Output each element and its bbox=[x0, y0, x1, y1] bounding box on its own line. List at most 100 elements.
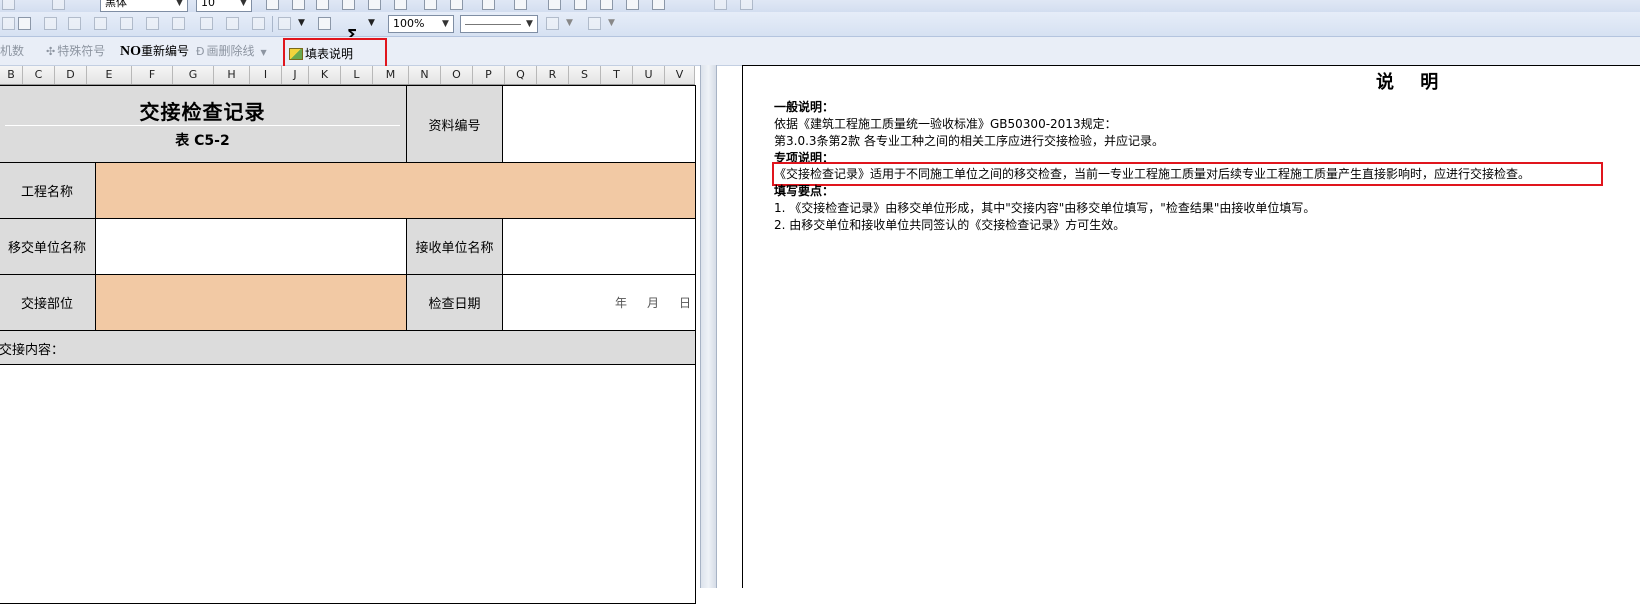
column-header[interactable]: H bbox=[214, 66, 250, 84]
column-header[interactable]: T bbox=[601, 66, 633, 84]
distribute-icon[interactable] bbox=[652, 0, 665, 10]
column-header[interactable]: U bbox=[633, 66, 665, 84]
column-header[interactable]: C bbox=[23, 66, 55, 84]
chevron-down-icon[interactable]: ▼ bbox=[566, 18, 573, 28]
undo-icon[interactable] bbox=[2, 0, 15, 10]
content-label-row: 交接内容： bbox=[0, 330, 696, 365]
fill-heading: 填写要点： bbox=[774, 184, 835, 198]
column-header-bar: B C D E F G H I J K L M N O P Q R S T U … bbox=[0, 66, 695, 85]
line-style-preview bbox=[465, 23, 521, 25]
print-icon[interactable] bbox=[172, 17, 185, 30]
align-center-icon[interactable] bbox=[574, 0, 587, 10]
strike-line-label: 画删除线 bbox=[206, 44, 255, 58]
column-header[interactable]: N bbox=[409, 66, 441, 84]
chevron-down-icon: ▼ bbox=[176, 0, 183, 8]
handover-part-field[interactable] bbox=[95, 274, 407, 331]
doc-no-field[interactable] bbox=[502, 85, 696, 163]
column-header[interactable]: S bbox=[569, 66, 601, 84]
link-icon[interactable] bbox=[482, 0, 495, 10]
tool-partial-button[interactable]: 机数 bbox=[0, 42, 24, 60]
fill-color-icon[interactable] bbox=[588, 17, 601, 30]
form-sheet: 交接检查记录 表 C5-2 资料编号 工程名称 移交单位名称 接收单位名称 交接… bbox=[0, 85, 700, 604]
column-header[interactable]: O bbox=[441, 66, 473, 84]
table-icon[interactable] bbox=[120, 17, 133, 30]
project-name-label: 工程名称 bbox=[0, 162, 96, 219]
italic-icon[interactable] bbox=[316, 0, 329, 10]
special-symbol-button[interactable]: ✣ 特殊符号 bbox=[46, 42, 105, 61]
grid-alt-icon[interactable] bbox=[740, 0, 753, 10]
border-style-icon[interactable] bbox=[546, 17, 559, 30]
strike-line-button[interactable]: Ð 画删除线 ▼ bbox=[196, 42, 269, 62]
justify-icon[interactable] bbox=[626, 0, 639, 10]
content-field[interactable] bbox=[0, 364, 696, 604]
increase-icon[interactable] bbox=[424, 0, 437, 10]
zoom-icon[interactable] bbox=[514, 0, 527, 10]
align-right-icon[interactable] bbox=[600, 0, 613, 10]
date-year: 年 bbox=[614, 296, 627, 310]
fill-instructions-inner: 填表说明 bbox=[289, 45, 353, 62]
align-left-icon[interactable] bbox=[548, 0, 561, 10]
font-name-select[interactable]: 黑体 ▼ bbox=[100, 0, 188, 12]
save-icon[interactable] bbox=[146, 17, 159, 30]
fill-line-2: 2. 由移交单位和接收单位共同签认的《交接检查记录》方可生效。 bbox=[774, 218, 1126, 232]
column-header[interactable]: G bbox=[173, 66, 214, 84]
column-header[interactable]: F bbox=[132, 66, 173, 84]
decrease-icon[interactable] bbox=[450, 0, 463, 10]
general-line-1: 依据《建筑工程施工质量统一验收标准》GB50300-2013规定： bbox=[774, 117, 1117, 131]
column-header[interactable]: E bbox=[87, 66, 132, 84]
brush-icon[interactable] bbox=[252, 17, 265, 30]
bold-icon[interactable] bbox=[292, 0, 305, 10]
pane-splitter[interactable] bbox=[700, 65, 717, 588]
split-cells-icon[interactable] bbox=[44, 17, 57, 30]
highlight-box bbox=[772, 162, 1603, 186]
indent-icon[interactable] bbox=[200, 17, 213, 30]
font-size-select[interactable]: 10 ▼ bbox=[196, 0, 252, 12]
frame-icon[interactable] bbox=[278, 17, 291, 30]
format-painter-icon[interactable] bbox=[266, 0, 279, 10]
line-style-select[interactable]: ▼ bbox=[460, 15, 538, 33]
merge-cells-icon[interactable] bbox=[18, 17, 31, 30]
grid-icon[interactable] bbox=[714, 0, 727, 10]
chevron-down-icon[interactable]: ▼ bbox=[608, 18, 615, 28]
filter-icon[interactable] bbox=[94, 17, 107, 30]
date-placeholder: 年 月 日 bbox=[595, 275, 691, 330]
chevron-down-icon[interactable]: ▼ bbox=[368, 18, 375, 28]
column-header[interactable]: K bbox=[309, 66, 341, 84]
chevron-down-icon: ▼ bbox=[240, 0, 247, 8]
doc-no-label: 资料编号 bbox=[406, 85, 503, 163]
content-label: 交接内容： bbox=[0, 343, 65, 358]
font-color-icon[interactable] bbox=[394, 0, 407, 10]
split-rows-icon[interactable] bbox=[68, 17, 81, 30]
column-header[interactable]: P bbox=[473, 66, 505, 84]
transfer-unit-field[interactable] bbox=[95, 218, 407, 275]
form-subtitle: 表 C5-2 bbox=[175, 133, 230, 149]
column-header[interactable]: I bbox=[250, 66, 282, 84]
column-header[interactable]: Q bbox=[505, 66, 537, 84]
fill-line-1: 1. 《交接检查记录》由移交单位形成，其中"交接内容"由移交单位填写，"检查结果… bbox=[774, 201, 1316, 215]
column-header[interactable]: V bbox=[665, 66, 695, 84]
insert-row-icon[interactable] bbox=[2, 17, 15, 30]
title-cell: 交接检查记录 表 C5-2 bbox=[0, 85, 407, 163]
date-day: 日 bbox=[678, 296, 691, 310]
border-icon[interactable] bbox=[368, 0, 381, 10]
check-date-field[interactable]: 年 月 日 bbox=[502, 274, 696, 331]
column-header[interactable]: J bbox=[282, 66, 309, 84]
formula-icon[interactable] bbox=[318, 17, 331, 30]
column-header[interactable]: D bbox=[55, 66, 87, 84]
project-name-field[interactable] bbox=[95, 162, 696, 219]
outdent-icon[interactable] bbox=[226, 17, 239, 30]
chevron-down-icon: ▼ bbox=[260, 48, 267, 57]
column-header[interactable]: L bbox=[341, 66, 373, 84]
chevron-down-icon[interactable]: ▼ bbox=[298, 18, 305, 28]
chevron-down-icon: ▼ bbox=[526, 19, 533, 29]
column-header[interactable]: M bbox=[373, 66, 409, 84]
explanation-title: 说 明 bbox=[1376, 72, 1449, 93]
zoom-select[interactable]: 100% ▼ bbox=[388, 15, 454, 33]
renumber-button[interactable]: NO重新编号 bbox=[120, 42, 189, 61]
underline-icon[interactable] bbox=[342, 0, 355, 10]
column-header[interactable]: R bbox=[537, 66, 569, 84]
redo-icon[interactable] bbox=[52, 0, 65, 10]
column-header[interactable]: B bbox=[0, 66, 23, 84]
receive-unit-field[interactable] bbox=[502, 218, 696, 275]
special-symbol-icon: ✣ bbox=[46, 45, 56, 58]
